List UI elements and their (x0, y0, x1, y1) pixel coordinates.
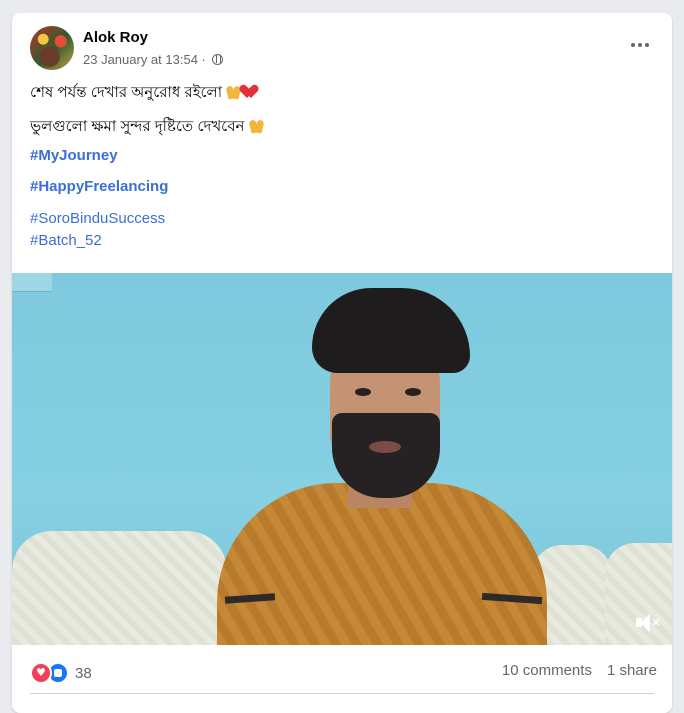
post-header: Alok Roy 23 January at 13:54 · (12, 13, 672, 75)
globe-icon[interactable] (211, 54, 223, 65)
speaker-muted-icon[interactable]: × (636, 613, 661, 633)
love-reaction-icon (30, 662, 52, 684)
comments-count-link[interactable]: 10 comments (502, 662, 592, 679)
hashtag-happyfreelancing[interactable]: #HappyFreelancing (30, 178, 168, 195)
post-line-2: ভুলগুলো ক্ষমা সুন্দর দৃষ্টিতে দেখবেন (30, 115, 264, 140)
folded-hands-emoji-icon (249, 119, 264, 133)
post-timestamp[interactable]: 23 January at 13:54 · (83, 52, 206, 67)
post-card: Alok Roy 23 January at 13:54 · শেষ পর্যন… (12, 13, 672, 713)
red-heart-emoji-icon (243, 85, 259, 99)
hashtag-myjourney[interactable]: #MyJourney (30, 147, 118, 164)
sofa-left (12, 531, 227, 645)
more-options-icon (631, 43, 635, 47)
wall-frame (12, 273, 52, 292)
post-line-1: শেষ পর্যন্ত দেখার অনুরোধ রইলো (30, 81, 259, 106)
hashtag-sorobindusuccess[interactable]: #SoroBinduSuccess (30, 210, 165, 227)
reactions-summary[interactable]: 38 (30, 662, 92, 684)
post-meta: 23 January at 13:54 · (83, 52, 223, 67)
hashtag-batch-52[interactable]: #Batch_52 (30, 232, 102, 249)
footer-divider (30, 693, 654, 694)
post-footer: 38 10 comments 1 share (12, 645, 672, 695)
shares-count-link[interactable]: 1 share (607, 662, 657, 679)
post-stats: 10 comments 1 share (502, 662, 657, 679)
author-name[interactable]: Alok Roy (83, 29, 148, 46)
reactions-count: 38 (75, 664, 92, 682)
author-avatar[interactable] (30, 26, 74, 70)
video-player[interactable]: × (12, 273, 672, 645)
more-options-button[interactable] (622, 31, 658, 59)
